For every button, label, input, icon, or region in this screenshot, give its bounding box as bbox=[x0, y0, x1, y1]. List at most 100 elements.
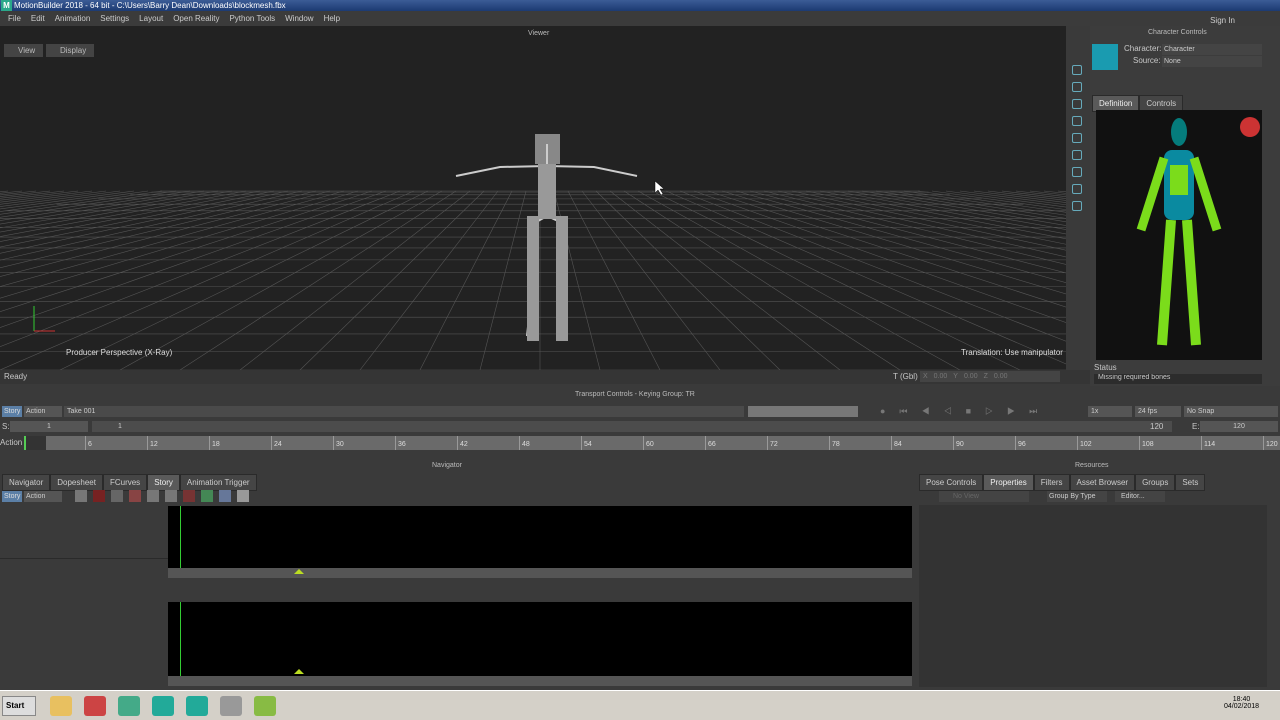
tab-dopesheet[interactable]: Dopesheet bbox=[50, 474, 103, 491]
tab-pose-controls[interactable]: Pose Controls bbox=[919, 474, 984, 491]
export-icon[interactable] bbox=[219, 490, 231, 502]
action-select[interactable]: Action bbox=[24, 406, 62, 417]
playback-buttons[interactable]: ●⏮◀◁■▷▶⏭ bbox=[880, 406, 1051, 417]
menu-settings[interactable]: Settings bbox=[95, 11, 134, 26]
translate-tool-icon[interactable] bbox=[1072, 99, 1082, 109]
record-icon[interactable] bbox=[93, 490, 105, 502]
character-select[interactable]: Character bbox=[1162, 44, 1262, 55]
translation-label: T (Gbl) bbox=[893, 372, 918, 381]
group-by-select[interactable]: Group By Type bbox=[1047, 491, 1107, 502]
frame-tool-icon[interactable] bbox=[1072, 201, 1082, 211]
ruler-tick: 78 bbox=[829, 436, 840, 450]
fps-select[interactable]: 24 fps bbox=[1135, 406, 1181, 417]
edit-icon[interactable] bbox=[111, 490, 123, 502]
taskbar: Start 18:40 04/02/2018 bbox=[0, 690, 1280, 720]
take-select[interactable]: Take 001 bbox=[64, 406, 744, 417]
y-label: Y bbox=[953, 373, 958, 380]
ruler-tick: 108 bbox=[1139, 436, 1154, 450]
start-frame-field[interactable]: 1 bbox=[10, 421, 88, 432]
current-frame-field[interactable]: 1 bbox=[92, 421, 1172, 432]
media-player-icon[interactable] bbox=[84, 696, 106, 716]
character-skeleton[interactable] bbox=[0, 26, 1066, 370]
clock[interactable]: 18:40 04/02/2018 bbox=[1224, 696, 1259, 710]
action-select[interactable]: Action bbox=[24, 491, 62, 502]
tab-asset-browser[interactable]: Asset Browser bbox=[1069, 474, 1136, 491]
menu-help[interactable]: Help bbox=[319, 11, 345, 26]
x-field[interactable]: 0.00 bbox=[934, 371, 948, 382]
source-select[interactable]: None bbox=[1162, 56, 1262, 67]
transport-header: Transport Controls - Keying Group: TR bbox=[575, 391, 695, 398]
menu-python-tools[interactable]: Python Tools bbox=[224, 11, 280, 26]
end-frame-field[interactable]: 120 bbox=[1200, 421, 1278, 432]
clock-time: 18:40 bbox=[1232, 696, 1251, 703]
clock-date: 04/02/2018 bbox=[1224, 703, 1260, 710]
camera-tool-icon[interactable] bbox=[1072, 167, 1082, 177]
status-text: Ready bbox=[4, 372, 28, 381]
editor-button[interactable]: Editor... bbox=[1115, 491, 1165, 502]
story-track-2[interactable] bbox=[168, 602, 912, 686]
ruler-tick: 60 bbox=[643, 436, 654, 450]
y-field[interactable]: 0.00 bbox=[964, 371, 978, 382]
rotate-tool-icon[interactable] bbox=[1072, 116, 1082, 126]
layer-icon[interactable] bbox=[201, 490, 213, 502]
local-tool-icon[interactable] bbox=[1072, 82, 1082, 92]
character-icon[interactable] bbox=[1092, 44, 1118, 70]
tab-navigator[interactable]: Navigator bbox=[2, 474, 51, 491]
cut-icon[interactable] bbox=[129, 490, 141, 502]
story-track-1[interactable] bbox=[168, 506, 912, 578]
start-button[interactable]: Start bbox=[2, 696, 36, 716]
ruler-tick: 114 bbox=[1201, 436, 1215, 450]
tab-groups[interactable]: Groups bbox=[1135, 474, 1176, 491]
select-tool-icon[interactable] bbox=[1072, 65, 1082, 75]
ruler-tick: 42 bbox=[457, 436, 468, 450]
status-label: Status bbox=[1094, 363, 1117, 372]
ruler-tick: 36 bbox=[395, 436, 406, 450]
copy-icon[interactable] bbox=[147, 490, 159, 502]
menu-animation[interactable]: Animation bbox=[50, 11, 96, 26]
tab-properties[interactable]: Properties bbox=[983, 474, 1034, 491]
start-label: S: bbox=[2, 422, 10, 431]
tab-story[interactable]: Story bbox=[147, 474, 180, 491]
ruler-tick: 120 bbox=[1263, 436, 1278, 450]
scale-tool-icon[interactable] bbox=[1072, 133, 1082, 143]
paste-icon[interactable] bbox=[165, 490, 177, 502]
explorer-icon[interactable] bbox=[50, 696, 72, 716]
character-figure[interactable] bbox=[1096, 110, 1262, 360]
motionbuilder-icon[interactable] bbox=[152, 696, 174, 716]
chrome-icon[interactable] bbox=[118, 696, 140, 716]
menu-file[interactable]: File bbox=[3, 11, 26, 26]
snap-select[interactable]: No Snap bbox=[1184, 406, 1278, 417]
menu-edit[interactable]: Edit bbox=[26, 11, 50, 26]
menu-open-reality[interactable]: Open Reality bbox=[168, 11, 224, 26]
pivot-tool-icon[interactable] bbox=[1072, 150, 1082, 160]
tab-animation-trigger[interactable]: Animation Trigger bbox=[179, 474, 257, 491]
unity-icon[interactable] bbox=[220, 696, 242, 716]
tab-sets[interactable]: Sets bbox=[1175, 474, 1206, 491]
frame-icon[interactable] bbox=[183, 490, 195, 502]
loop-icon[interactable] bbox=[75, 490, 87, 502]
tab-filters[interactable]: Filters bbox=[1033, 474, 1070, 491]
view-select[interactable]: No View bbox=[939, 491, 1029, 502]
menu-window[interactable]: Window bbox=[280, 11, 318, 26]
playback-slider[interactable] bbox=[748, 406, 858, 417]
maya-icon[interactable] bbox=[186, 696, 208, 716]
timeline-ruler[interactable]: 6 12 18 24 30 36 42 48 54 60 66 72 78 84 90 96 102 108 114… bbox=[24, 436, 1280, 450]
panel-title: Character Controls bbox=[1148, 29, 1207, 36]
ruler-tick: 18 bbox=[209, 436, 220, 450]
story-toggle[interactable]: Story bbox=[2, 491, 22, 502]
app-icon[interactable] bbox=[254, 696, 276, 716]
viewer[interactable]: Viewer View Display Producer Perspective… bbox=[0, 26, 1066, 370]
ruler-tick: 84 bbox=[891, 436, 902, 450]
display-icon[interactable] bbox=[237, 490, 249, 502]
story-toggle[interactable]: Story bbox=[2, 406, 22, 417]
menu-layout[interactable]: Layout bbox=[134, 11, 168, 26]
z-field[interactable]: 0.00 bbox=[994, 371, 1008, 382]
speed-select[interactable]: 1x bbox=[1088, 406, 1132, 417]
resources-header: Resources bbox=[1075, 462, 1109, 469]
transport-controls: Transport Controls - Keying Group: TR St… bbox=[0, 386, 1280, 456]
resources-panel: Resources Pose Controls Properties Filte… bbox=[915, 460, 1280, 690]
tab-fcurves[interactable]: FCurves bbox=[102, 474, 148, 491]
ruler-tick: 66 bbox=[705, 436, 716, 450]
light-tool-icon[interactable] bbox=[1072, 184, 1082, 194]
viewer-toolbar bbox=[1066, 60, 1088, 365]
